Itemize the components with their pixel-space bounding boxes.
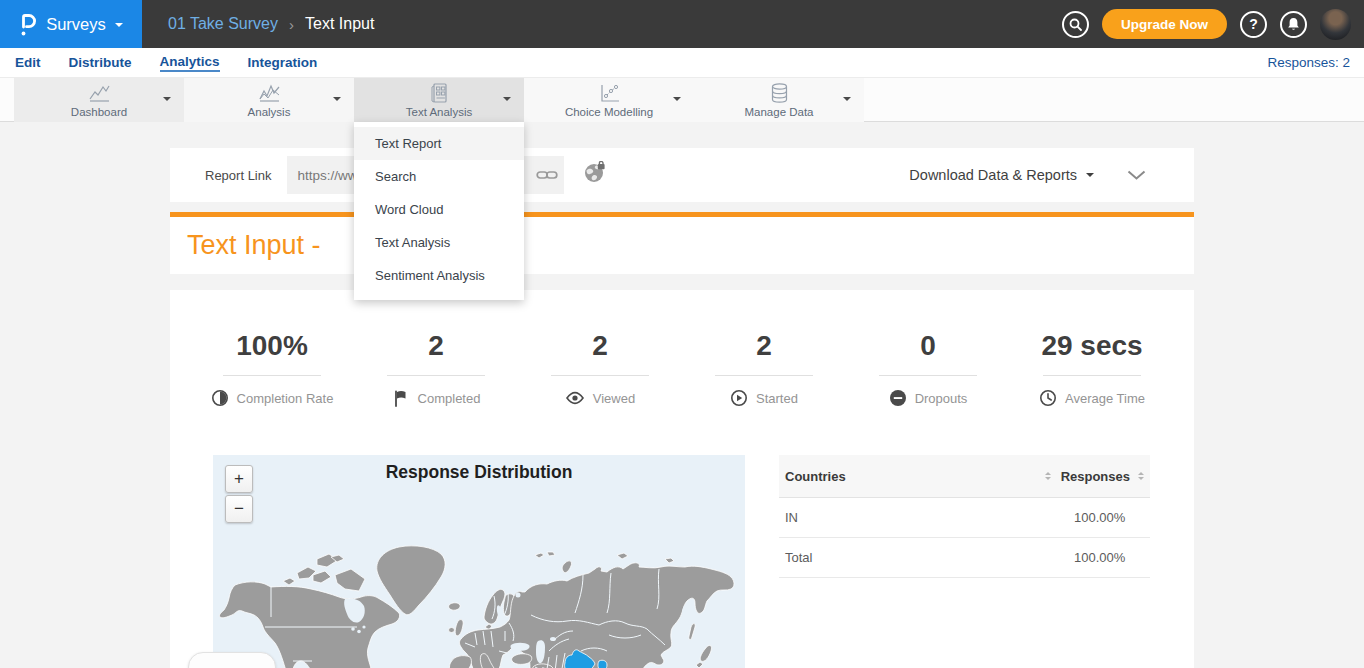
questionpro-logo [19, 11, 37, 38]
countries-table: Countries Responses IN 100.00% Total 100… [779, 455, 1150, 578]
database-icon [694, 82, 864, 104]
notifications-button[interactable] [1280, 11, 1307, 38]
menu-item-text-report[interactable]: Text Report [354, 127, 524, 160]
chevron-down-icon[interactable] [503, 97, 511, 105]
tab-manage-data[interactable]: Manage Data [694, 78, 864, 122]
stat-started: 2 Started [682, 330, 846, 407]
world-map [213, 455, 745, 668]
search-icon [1069, 18, 1082, 31]
play-circle-icon [730, 389, 748, 407]
countries-column-header[interactable]: Countries [785, 469, 1045, 484]
chevron-down-icon[interactable] [843, 97, 851, 105]
brand-label: Surveys [46, 15, 106, 34]
topbar: Surveys 01 Take Survey › Text Input Upgr… [0, 0, 1364, 48]
table-row: Total 100.00% [779, 538, 1150, 578]
report-link-label: Report Link [205, 168, 271, 183]
globe-settings-button[interactable] [583, 161, 607, 189]
clock-icon [1039, 389, 1057, 407]
flag-icon [392, 389, 410, 407]
menu-item-search[interactable]: Search [354, 160, 524, 193]
nav-item-analytics[interactable]: Analytics [160, 54, 220, 72]
area-chart-icon [184, 82, 354, 104]
sort-icon[interactable] [1045, 472, 1051, 480]
nav-item-integration[interactable]: Integration [248, 55, 318, 70]
page-title: Text Input - [187, 230, 321, 261]
tab-dashboard[interactable]: Dashboard [14, 78, 184, 122]
collapse-section-button[interactable] [1127, 170, 1146, 180]
countries-table-header: Countries Responses [779, 455, 1150, 498]
line-chart-icon [14, 82, 184, 104]
stat-completion-rate: 100% Completion Rate [190, 330, 354, 407]
avatar[interactable] [1320, 9, 1351, 40]
search-button[interactable] [1062, 11, 1089, 38]
map-zoom-in-button[interactable]: + [225, 465, 253, 493]
stat-dropouts: 0 Dropouts [846, 330, 1010, 407]
breadcrumb-survey[interactable]: 01 Take Survey [168, 15, 278, 33]
link-icon [536, 169, 558, 181]
tab-choice-modelling[interactable]: Choice Modelling [524, 78, 694, 122]
stats-row: 100% Completion Rate 2 Completed [190, 290, 1174, 407]
eye-icon [565, 389, 585, 407]
question-title-bar: Text Input - [170, 217, 1194, 274]
map-zoom-out-button[interactable]: − [225, 495, 253, 523]
breadcrumb-separator: › [289, 16, 294, 33]
tab-text-analysis[interactable]: Text Analysis [354, 78, 524, 122]
text-report-icon [354, 82, 524, 104]
chevron-down-icon [1127, 170, 1146, 180]
report-link-bar: Report Link Download Data & Reports [170, 148, 1194, 202]
map-tooltip [188, 652, 276, 668]
menu-item-word-cloud[interactable]: Word Cloud [354, 193, 524, 226]
survey-nav: Edit Distribute Analytics Integration Re… [0, 48, 1364, 77]
chevron-down-icon[interactable] [673, 97, 681, 105]
chevron-down-icon[interactable] [163, 97, 171, 105]
menu-item-sentiment-analysis[interactable]: Sentiment Analysis [354, 259, 524, 292]
help-button[interactable]: ? [1240, 11, 1267, 38]
table-row: IN 100.00% [779, 498, 1150, 538]
copy-link-button[interactable] [529, 156, 564, 194]
sort-icon[interactable] [1138, 472, 1144, 480]
responses-column-header[interactable]: Responses [1061, 469, 1130, 484]
chevron-down-icon [1086, 173, 1094, 181]
analytics-toolbar: Dashboard Analysis Text Analysis [0, 77, 1364, 122]
chevron-down-icon [115, 23, 123, 31]
tab-analysis[interactable]: Analysis [184, 78, 354, 122]
globe-lock-icon [583, 161, 607, 185]
stat-viewed: 2 Viewed [518, 330, 682, 407]
download-data-reports-button[interactable]: Download Data & Reports [909, 167, 1094, 183]
stat-completed: 2 Completed [354, 330, 518, 407]
chevron-down-icon[interactable] [333, 97, 341, 105]
response-distribution-map[interactable]: Response Distribution + − [213, 455, 745, 668]
scatter-chart-icon [524, 82, 694, 104]
breadcrumb: 01 Take Survey › Text Input [168, 15, 374, 33]
breadcrumb-current: Text Input [305, 15, 374, 33]
dashboard-card: 100% Completion Rate 2 Completed [170, 290, 1194, 668]
brand-menu[interactable]: Surveys [0, 0, 142, 48]
stat-average-time: 29 secs Average Time [1010, 330, 1174, 407]
responses-count: Responses: 2 [1267, 55, 1350, 70]
minus-circle-icon [889, 389, 907, 407]
text-analysis-menu: Text Report Search Word Cloud Text Analy… [354, 122, 524, 300]
nav-item-distribute[interactable]: Distribute [69, 55, 132, 70]
upgrade-now-button[interactable]: Upgrade Now [1102, 9, 1227, 39]
menu-item-text-analysis[interactable]: Text Analysis [354, 226, 524, 259]
nav-item-edit[interactable]: Edit [15, 55, 41, 70]
bell-icon [1287, 17, 1300, 31]
completion-rate-icon [211, 389, 229, 407]
